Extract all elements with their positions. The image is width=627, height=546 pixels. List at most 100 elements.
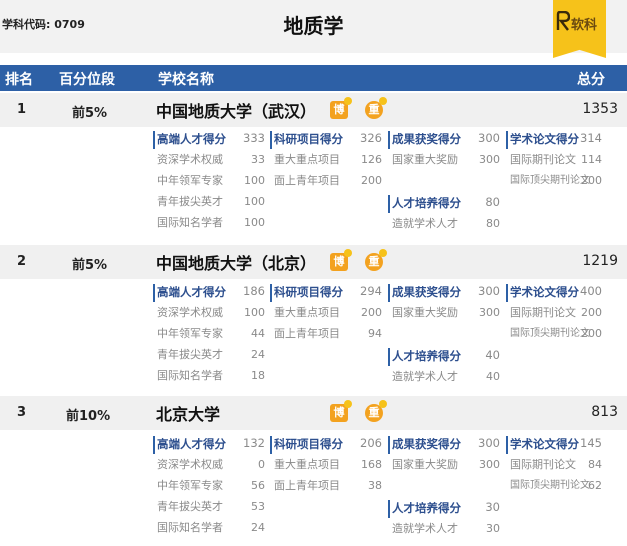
- category-label: 学术论文得分: [510, 285, 579, 299]
- item-label: 国际顶尖期刊论文: [510, 328, 590, 339]
- doctoral-badge-icon: 博: [330, 249, 352, 271]
- item-label: 重大重点项目: [274, 306, 340, 319]
- category-label: 人才培养得分: [392, 501, 461, 515]
- item-score: 200: [581, 306, 602, 319]
- item-score: 53: [251, 500, 265, 513]
- item-score: 114: [581, 153, 602, 166]
- item-score: 30: [486, 522, 500, 535]
- award-category: 成果获奖得分 300 国家重大奖励 300: [388, 131, 500, 170]
- item-score: 62: [588, 479, 602, 492]
- brand-badge: 软科: [553, 0, 606, 58]
- item-score: 18: [251, 369, 265, 382]
- school-row[interactable]: 1 前5% 中国地质大学（武汉） 博 重 1353: [0, 93, 627, 127]
- category-score: 326: [360, 131, 382, 145]
- item-label: 面上青年项目: [274, 327, 340, 340]
- category-score: 40: [485, 348, 500, 362]
- category-label: 人才培养得分: [392, 196, 461, 210]
- category-score: 206: [360, 436, 382, 450]
- column-percentile: 百分位段: [59, 72, 115, 88]
- item-score: 24: [251, 348, 265, 361]
- item-score: 84: [588, 458, 602, 471]
- school-name[interactable]: 中国地质大学（武汉）: [156, 98, 316, 122]
- key-discipline-badge-icon: 重: [365, 97, 387, 119]
- item-score: 100: [244, 195, 265, 208]
- category-score: 300: [478, 284, 500, 298]
- category-label: 学术论文得分: [510, 132, 579, 146]
- school-row[interactable]: 2 前5% 中国地质大学（北京） 博 重 1219: [0, 245, 627, 279]
- training-category: 人才培养得分 30 造就学术人才 30: [388, 500, 500, 539]
- item-label: 青年拔尖英才: [157, 195, 223, 208]
- paper-category: 学术论文得分 145 国际期刊论文 84 国际顶尖期刊论文 62: [506, 436, 602, 496]
- item-score: 33: [251, 153, 265, 166]
- school-total-score: 1353: [582, 101, 618, 117]
- category-score: 400: [580, 284, 602, 298]
- item-label: 国际知名学者: [157, 369, 223, 382]
- column-total: 总分: [577, 72, 605, 88]
- paper-category: 学术论文得分 400 国际期刊论文 200 国际顶尖期刊论文 200: [506, 284, 602, 344]
- school-percentile: 前5%: [72, 106, 108, 121]
- category-score: 30: [485, 500, 500, 514]
- item-score: 44: [251, 327, 265, 340]
- category-label: 成果获奖得分: [392, 132, 461, 146]
- doctoral-badge-icon: 博: [330, 97, 352, 119]
- item-score: 80: [486, 217, 500, 230]
- page-header: 学科代码: 0709 地质学: [0, 0, 627, 53]
- item-score: 0: [258, 458, 265, 471]
- item-label: 资深学术权威: [157, 458, 223, 471]
- brand-name: 软科: [571, 18, 598, 33]
- research-category: 科研项目得分 326 重大重点项目 126 面上青年项目 200: [270, 131, 382, 191]
- item-score: 100: [244, 216, 265, 229]
- category-label: 高端人才得分: [157, 132, 226, 146]
- item-label: 中年领军专家: [157, 174, 223, 187]
- item-score: 24: [251, 521, 265, 534]
- talent-category: 高端人才得分 132 资深学术权威 0 中年领军专家 56 青年拔尖英才 53 国际知名…: [153, 436, 265, 538]
- item-label: 国家重大奖励: [392, 306, 458, 319]
- award-category: 成果获奖得分 300 国家重大奖励 300: [388, 436, 500, 475]
- category-label: 科研项目得分: [274, 132, 343, 146]
- category-score: 186: [243, 284, 265, 298]
- training-category: 人才培养得分 40 造就学术人才 40: [388, 348, 500, 387]
- category-label: 学术论文得分: [510, 437, 579, 451]
- item-score: 300: [479, 153, 500, 166]
- item-label: 国际顶尖期刊论文: [510, 175, 590, 186]
- school-total-score: 1219: [582, 253, 618, 269]
- item-score: 100: [244, 174, 265, 187]
- paper-category: 学术论文得分 314 国际期刊论文 114 国际顶尖期刊论文 200: [506, 131, 602, 191]
- item-label: 国家重大奖励: [392, 458, 458, 471]
- item-score: 100: [244, 306, 265, 319]
- research-category: 科研项目得分 206 重大重点项目 168 面上青年项目 38: [270, 436, 382, 496]
- column-rank: 排名: [5, 72, 33, 88]
- item-label: 造就学术人才: [392, 522, 458, 535]
- item-score: 300: [479, 306, 500, 319]
- item-score: 38: [368, 479, 382, 492]
- category-score: 314: [580, 131, 602, 145]
- item-score: 126: [361, 153, 382, 166]
- item-label: 面上青年项目: [274, 479, 340, 492]
- key-discipline-badge-icon: 重: [365, 249, 387, 271]
- school-name[interactable]: 北京大学: [156, 401, 220, 425]
- brand-logo-icon: [556, 11, 570, 31]
- school-rank: 2: [17, 254, 27, 269]
- school-name[interactable]: 中国地质大学（北京）: [156, 250, 316, 274]
- item-score: 200: [361, 174, 382, 187]
- item-label: 国际知名学者: [157, 521, 223, 534]
- item-label: 造就学术人才: [392, 217, 458, 230]
- category-label: 高端人才得分: [157, 285, 226, 299]
- item-label: 国际期刊论文: [510, 153, 576, 166]
- category-score: 80: [485, 195, 500, 209]
- doctoral-badge-icon: 博: [330, 400, 352, 422]
- school-rank: 3: [17, 405, 27, 420]
- item-label: 中年领军专家: [157, 479, 223, 492]
- school-row[interactable]: 3 前10% 北京大学 博 重 813: [0, 396, 627, 430]
- research-category: 科研项目得分 294 重大重点项目 200 面上青年项目 94: [270, 284, 382, 344]
- category-label: 成果获奖得分: [392, 285, 461, 299]
- category-label: 科研项目得分: [274, 437, 343, 451]
- item-label: 重大重点项目: [274, 458, 340, 471]
- school-percentile: 前5%: [72, 258, 108, 273]
- column-school: 学校名称: [158, 72, 214, 88]
- item-score: 40: [486, 370, 500, 383]
- item-label: 国际期刊论文: [510, 458, 576, 471]
- award-category: 成果获奖得分 300 国家重大奖励 300: [388, 284, 500, 323]
- category-score: 333: [243, 131, 265, 145]
- item-label: 国际知名学者: [157, 216, 223, 229]
